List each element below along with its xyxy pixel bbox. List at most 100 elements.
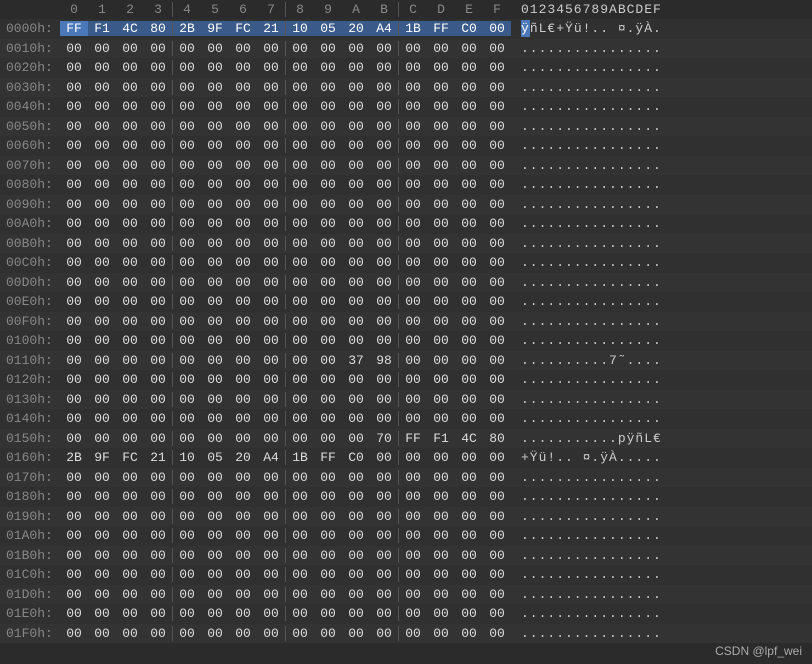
hex-cell[interactable]: 00 [399,294,427,309]
hex-cell[interactable]: 00 [116,314,144,329]
hex-cell[interactable]: 00 [229,177,257,192]
hex-cell[interactable]: 00 [257,470,285,485]
hex-cell[interactable]: 00 [173,626,201,641]
hex-cell[interactable]: 00 [427,80,455,95]
hex-cell[interactable]: 00 [257,236,285,251]
hex-cell[interactable]: 00 [201,177,229,192]
ascii-cell[interactable]: ................ [511,509,662,524]
hex-cell[interactable]: 00 [144,489,172,504]
hex-cell[interactable]: 00 [116,489,144,504]
hex-cell[interactable]: 00 [455,80,483,95]
hex-cell[interactable]: 00 [116,372,144,387]
hex-cell[interactable]: 00 [286,470,314,485]
hex-cell[interactable]: 00 [229,119,257,134]
hex-row[interactable]: 01B0h:00000000000000000000000000000000..… [0,546,812,566]
hex-cell[interactable]: FC [116,450,144,465]
hex-cell[interactable]: 00 [314,431,342,446]
hex-cell[interactable]: 00 [257,333,285,348]
hex-cell[interactable]: 00 [116,333,144,348]
hex-cell[interactable]: 00 [483,489,511,504]
hex-cell[interactable]: 00 [286,275,314,290]
hex-cell[interactable]: 00 [144,548,172,563]
hex-cell[interactable]: 00 [173,470,201,485]
hex-cell[interactable]: 00 [427,606,455,621]
hex-cell[interactable]: 80 [144,21,172,36]
hex-cell[interactable]: 00 [144,41,172,56]
hex-cell[interactable]: 00 [342,236,370,251]
hex-cell[interactable]: 00 [342,548,370,563]
hex-cell[interactable]: 00 [229,294,257,309]
hex-cell[interactable]: 00 [257,197,285,212]
hex-cell[interactable]: 00 [60,353,88,368]
hex-cell[interactable]: 00 [229,255,257,270]
hex-cell[interactable]: 00 [342,80,370,95]
hex-cell[interactable]: 00 [286,158,314,173]
hex-cell[interactable]: 00 [342,255,370,270]
hex-cell[interactable]: 00 [257,548,285,563]
hex-cell[interactable]: 00 [116,470,144,485]
hex-cell[interactable]: 00 [60,275,88,290]
hex-cell[interactable]: 00 [286,294,314,309]
hex-cell[interactable]: 00 [314,119,342,134]
hex-cell[interactable]: 00 [257,411,285,426]
hex-row[interactable]: 0180h:00000000000000000000000000000000..… [0,487,812,507]
hex-cell[interactable]: FF [60,21,88,36]
hex-cell[interactable]: 00 [342,372,370,387]
hex-cell[interactable]: 00 [229,567,257,582]
hex-cell[interactable]: 00 [173,587,201,602]
hex-cell[interactable]: 1B [399,21,427,36]
hex-cell[interactable]: 00 [455,353,483,368]
hex-cell[interactable]: 00 [427,41,455,56]
ascii-cell[interactable]: ................ [511,99,662,114]
hex-cell[interactable]: 00 [455,216,483,231]
hex-cell[interactable]: 00 [173,567,201,582]
ascii-cell[interactable]: ................ [511,255,662,270]
hex-cell[interactable]: 00 [286,138,314,153]
ascii-cell[interactable]: ................ [511,489,662,504]
ascii-cell[interactable]: ................ [511,587,662,602]
hex-cell[interactable]: 00 [201,431,229,446]
hex-cell[interactable]: 00 [60,411,88,426]
ascii-cell[interactable]: ................ [511,197,662,212]
hex-cell[interactable]: 00 [173,509,201,524]
hex-cell[interactable]: 00 [201,470,229,485]
hex-cell[interactable]: 00 [483,294,511,309]
hex-cell[interactable]: 00 [455,99,483,114]
ascii-cell[interactable]: ................ [511,528,662,543]
hex-cell[interactable]: 00 [257,489,285,504]
hex-cell[interactable]: 00 [399,528,427,543]
hex-cell[interactable]: 00 [427,392,455,407]
hex-cell[interactable]: 00 [257,80,285,95]
hex-cell[interactable]: 00 [173,216,201,231]
hex-cell[interactable]: 00 [427,197,455,212]
hex-cell[interactable]: 00 [144,333,172,348]
hex-cell[interactable]: 00 [455,509,483,524]
hex-cell[interactable]: 00 [370,41,398,56]
hex-cell[interactable]: 21 [257,21,285,36]
hex-cell[interactable]: 00 [427,509,455,524]
hex-cell[interactable]: 00 [483,197,511,212]
hex-cell[interactable]: 00 [427,294,455,309]
hex-cell[interactable]: 00 [144,275,172,290]
hex-cell[interactable]: 00 [483,60,511,75]
hex-cell[interactable]: 00 [370,119,398,134]
hex-cell[interactable]: 00 [399,255,427,270]
hex-cell[interactable]: 00 [173,158,201,173]
hex-cell[interactable]: 00 [257,138,285,153]
hex-cell[interactable]: 00 [144,80,172,95]
hex-cell[interactable]: 00 [286,353,314,368]
hex-cell[interactable]: 00 [173,138,201,153]
hex-cell[interactable]: 00 [314,567,342,582]
hex-row[interactable]: 0170h:00000000000000000000000000000000..… [0,468,812,488]
hex-cell[interactable]: 00 [427,528,455,543]
hex-cell[interactable]: 00 [427,216,455,231]
hex-cell[interactable]: 00 [455,450,483,465]
hex-cell[interactable]: 00 [60,177,88,192]
hex-cell[interactable]: 00 [88,626,116,641]
hex-cell[interactable]: 00 [229,548,257,563]
hex-cell[interactable]: C0 [342,450,370,465]
hex-cell[interactable]: 00 [314,60,342,75]
hex-cell[interactable]: 00 [483,119,511,134]
hex-row[interactable]: 01F0h:00000000000000000000000000000000..… [0,624,812,644]
hex-cell[interactable]: 00 [116,411,144,426]
